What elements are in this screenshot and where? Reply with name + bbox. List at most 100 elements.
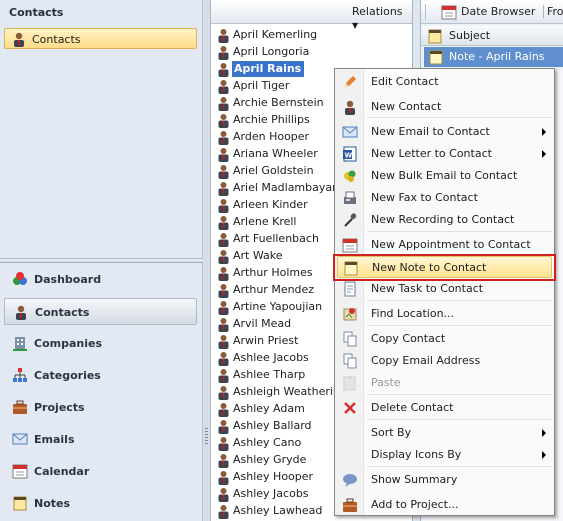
contact-name: Arthur Holmes — [233, 266, 313, 279]
contact-name: Art Wake — [233, 249, 283, 262]
from-button[interactable]: Fro — [543, 5, 563, 18]
nav-label: Categories — [34, 369, 101, 382]
nav-dashboard[interactable]: Dashboard — [4, 266, 197, 293]
nav-categories[interactable]: Categories — [4, 362, 197, 389]
date-browser-icon — [441, 5, 457, 20]
contacts-folder[interactable]: Contacts — [4, 28, 197, 49]
menu-item-copy-email-address[interactable]: Copy Email Address — [337, 350, 552, 372]
contact-row[interactable]: April Kemerling — [211, 27, 412, 44]
contact-icon — [218, 114, 229, 128]
contact-icon — [218, 131, 229, 145]
contact-name: Archie Bernstein — [233, 96, 324, 109]
menu-item-label: New Bulk Email to Contact — [371, 169, 518, 182]
menu-item-sort-by[interactable]: Sort By — [337, 422, 552, 444]
contact-icon — [218, 437, 229, 451]
menu-separator — [367, 325, 552, 326]
subject-column-header[interactable]: Subject — [421, 26, 563, 46]
contact-icon — [218, 182, 229, 196]
contact-icon — [218, 352, 229, 366]
contact-icon — [218, 420, 229, 434]
delete-icon — [344, 402, 356, 414]
nav-companies[interactable]: Companies — [4, 330, 197, 357]
contact-icon — [218, 199, 229, 213]
menu-item-label: New Email to Contact — [371, 125, 490, 138]
contact-name: Ashley Jacobs — [233, 487, 309, 500]
menu-item-new-task-to-contact[interactable]: New Task to Contact — [337, 278, 552, 300]
contact-name: Arlene Krell — [233, 215, 297, 228]
menu-item-label: Copy Contact — [371, 332, 446, 345]
contact-icon — [218, 29, 229, 43]
menu-separator — [367, 300, 552, 301]
email-icon — [342, 126, 358, 138]
contact-name: Arthur Mendez — [233, 283, 315, 296]
submenu-arrow-icon — [542, 128, 546, 136]
menu-separator — [367, 419, 552, 420]
contact-name: Ariel Madlambayan — [233, 181, 340, 194]
contact-icon — [14, 32, 24, 47]
menu-item-paste: Paste — [337, 372, 552, 394]
menu-item-add-to-project[interactable]: Add to Project... — [337, 494, 552, 516]
map-icon — [343, 308, 357, 321]
context-menu: Edit Contact New Contact New Email to Cont… — [333, 68, 556, 516]
annotation-highlight-box — [333, 254, 556, 281]
menu-item-copy-contact[interactable]: Copy Contact — [337, 328, 552, 350]
note-icon — [429, 50, 443, 65]
contact-icon — [218, 148, 229, 162]
word-icon: W — [343, 146, 357, 162]
nav-contacts[interactable]: Contacts — [4, 298, 197, 325]
nav-label: Dashboard — [34, 273, 102, 286]
contact-name: Ariana Wheeler — [233, 147, 318, 160]
contact-name: Archie Phillips — [233, 113, 310, 126]
contact-icon — [218, 46, 229, 60]
submenu-arrow-icon — [542, 429, 546, 437]
contact-row[interactable]: April Longoria — [211, 44, 412, 61]
menu-item-new-note-to-contact[interactable]: New Note to Contact — [333, 254, 556, 281]
menu-item-label: Sort By — [371, 426, 412, 439]
paste-icon — [343, 376, 356, 391]
menu-item-new-letter-to-contact[interactable]: W New Letter to Contact — [337, 143, 552, 165]
contact-icon — [218, 63, 229, 77]
pane-splitter[interactable] — [0, 258, 203, 263]
contact-icon — [218, 250, 229, 264]
email-icon — [12, 433, 28, 445]
calendar-icon — [12, 464, 28, 479]
list-header: Relations ▼ — [211, 0, 412, 30]
menu-item-new-bulk-email-to-contact[interactable]: New Bulk Email to Contact — [337, 165, 552, 187]
contact-icon — [218, 284, 229, 298]
menu-item-label: Delete Contact — [371, 401, 454, 414]
notes-icon — [428, 29, 442, 44]
relations-label: Relations — [352, 5, 403, 18]
menu-item-find-location[interactable]: Find Location... — [337, 303, 552, 325]
nav-emails[interactable]: Emails — [4, 426, 197, 453]
note-row-label: Note - April Rains — [449, 50, 545, 63]
menu-item-new-recording-to-contact[interactable]: New Recording to Contact — [337, 209, 552, 231]
fax-icon — [344, 191, 356, 204]
menu-item-label: Find Location... — [371, 307, 455, 320]
menu-item-show-summary[interactable]: Show Summary — [337, 469, 552, 491]
contact-icon — [218, 488, 229, 502]
submenu-arrow-icon — [542, 451, 546, 459]
menu-item-new-fax-to-contact[interactable]: New Fax to Contact — [337, 187, 552, 209]
contacts-folder-label: Contacts — [32, 33, 81, 46]
date-browser-button[interactable]: Date Browser — [461, 5, 535, 18]
project-icon — [343, 498, 357, 512]
vertical-splitter[interactable] — [203, 0, 210, 521]
nav-projects[interactable]: Projects — [4, 394, 197, 421]
menu-item-new-email-to-contact[interactable]: New Email to Contact — [337, 121, 552, 143]
menu-item-new-contact[interactable]: New Contact — [337, 96, 552, 118]
menu-item-new-appointment-to-contact[interactable]: New Appointment to Contact — [337, 234, 552, 256]
nav-notes[interactable]: Notes — [4, 490, 197, 517]
contact-name: Arden Hooper — [233, 130, 310, 143]
contact-icon — [218, 267, 229, 281]
nav-calendar[interactable]: Calendar — [4, 458, 197, 485]
categories-icon — [13, 368, 27, 382]
splitter-grip[interactable] — [205, 428, 208, 444]
menu-item-edit-contact[interactable]: Edit Contact — [337, 71, 552, 93]
nav-label: Companies — [34, 337, 102, 350]
note-row[interactable]: Note - April Rains — [424, 47, 563, 67]
contact-name: Ashleigh Weatherill — [233, 385, 340, 398]
menu-item-label: New Task to Contact — [371, 282, 484, 295]
menu-item-delete-contact[interactable]: Delete Contact — [337, 397, 552, 419]
menu-item-label: Edit Contact — [371, 75, 439, 88]
menu-item-display-icons-by[interactable]: Display Icons By — [337, 444, 552, 466]
